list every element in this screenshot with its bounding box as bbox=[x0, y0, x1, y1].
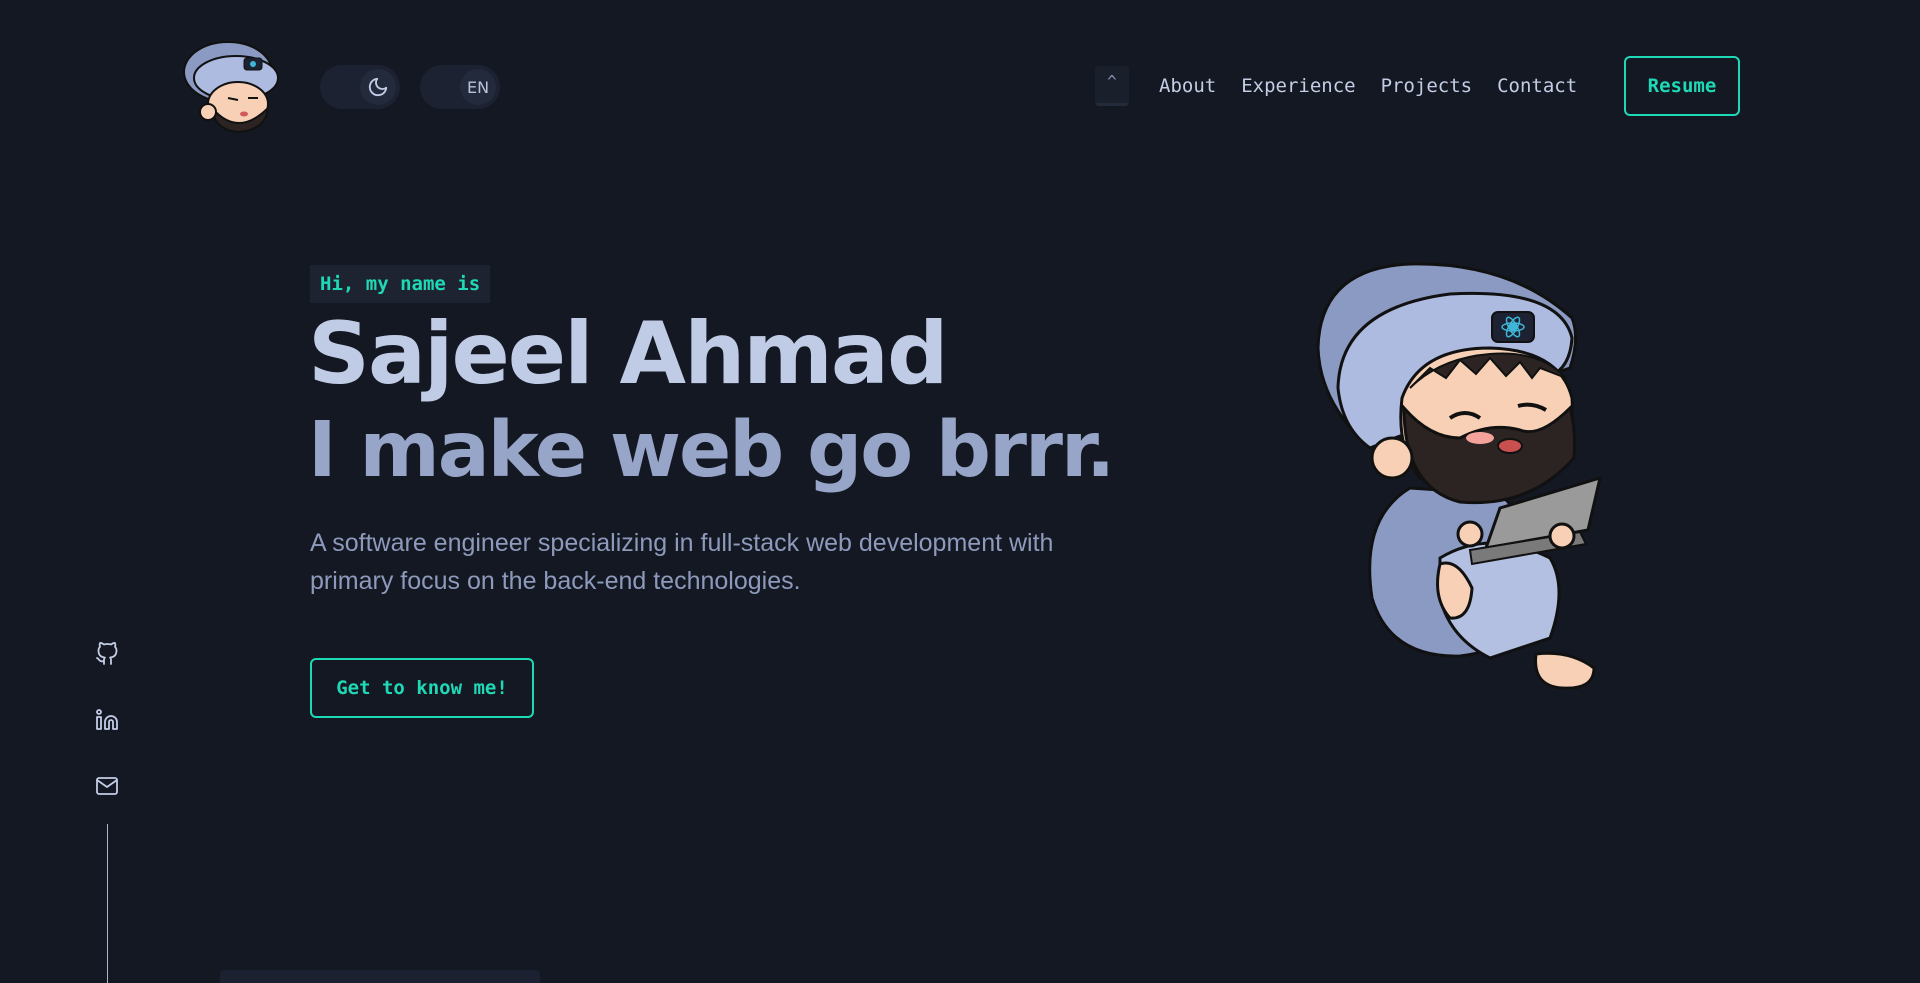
github-icon[interactable] bbox=[94, 641, 120, 667]
scroll-top-button[interactable]: ^ bbox=[1095, 66, 1129, 106]
theme-toggle[interactable] bbox=[320, 65, 400, 109]
avatar-logo[interactable] bbox=[178, 38, 282, 134]
nav-about[interactable]: About bbox=[1159, 72, 1216, 100]
nav-experience[interactable]: Experience bbox=[1241, 72, 1355, 100]
resume-button[interactable]: Resume bbox=[1624, 56, 1740, 116]
linkedin-icon[interactable] bbox=[94, 707, 120, 733]
nav-contact[interactable]: Contact bbox=[1497, 72, 1577, 100]
hero-description: A software engineer specializing in full… bbox=[310, 529, 1054, 595]
hero-greeting: Hi, my name is bbox=[310, 265, 491, 303]
nav-projects[interactable]: Projects bbox=[1381, 72, 1473, 100]
mascot-illustration bbox=[1300, 258, 1620, 698]
social-divider-line bbox=[107, 824, 108, 983]
get-to-know-me-button[interactable]: Get to know me! bbox=[310, 658, 534, 718]
hero-name: Sajeel Ahmad bbox=[308, 304, 949, 404]
language-knob: EN bbox=[460, 69, 496, 105]
language-toggle[interactable]: EN bbox=[420, 65, 500, 109]
language-label: EN bbox=[466, 77, 490, 97]
section-card-peek bbox=[220, 970, 540, 983]
main-nav: About Experience Projects Contact bbox=[1159, 72, 1602, 100]
mail-icon[interactable] bbox=[94, 773, 120, 799]
caret-up-icon: ^ bbox=[1107, 72, 1117, 91]
hero-tagline: I make web go brrr. bbox=[308, 406, 1115, 495]
moon-icon bbox=[360, 69, 396, 105]
